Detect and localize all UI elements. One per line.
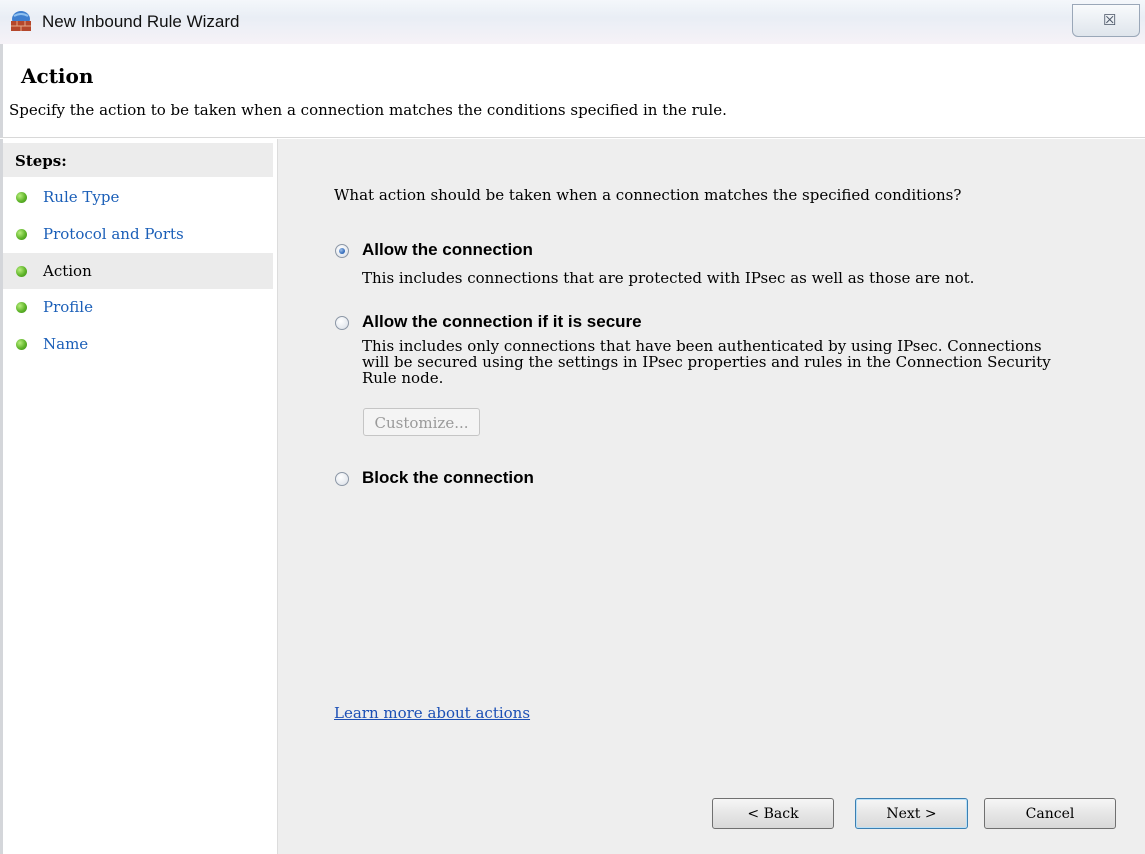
window-title: New Inbound Rule Wizard [42,12,240,31]
step-label: Profile [43,298,93,316]
customize-button[interactable]: Customize... [363,408,480,436]
steps-heading-label: Steps: [15,152,67,170]
allow-connection-radio[interactable] [335,244,349,258]
allow-connection-label[interactable]: Allow the connection [362,240,533,260]
step-action[interactable]: Action [3,253,273,289]
allow-connection-description: This includes connections that are prote… [362,269,975,287]
step-label: Action [43,262,92,280]
step-status-icon [16,192,27,203]
steps-panel: Steps: Rule Type Protocol and Ports Acti… [0,139,278,854]
wizard-header: Action Specify the action to be taken wh… [0,44,1145,138]
next-button[interactable]: Next > [855,798,968,829]
page-title: Action [21,64,94,88]
close-icon: ☒ [1103,12,1117,29]
learn-more-link[interactable]: Learn more about actions [334,704,530,722]
step-label: Rule Type [43,188,120,206]
step-label: Protocol and Ports [43,225,184,243]
step-protocol-and-ports[interactable]: Protocol and Ports [3,216,273,252]
customize-label: Customize... [374,414,469,432]
step-status-icon [16,266,27,277]
block-connection-label[interactable]: Block the connection [362,468,534,488]
allow-if-secure-description: This includes only connections that have… [362,337,1051,387]
step-rule-type[interactable]: Rule Type [3,179,273,215]
step-profile[interactable]: Profile [3,289,273,325]
steps-heading: Steps: [3,143,273,177]
step-name[interactable]: Name [3,326,273,362]
cancel-label: Cancel [1025,806,1075,822]
step-status-icon [16,302,27,313]
step-status-icon [16,229,27,240]
title-bar: New Inbound Rule Wizard ☒ [0,0,1145,44]
allow-if-secure-label[interactable]: Allow the connection if it is secure [362,312,642,332]
cancel-button[interactable]: Cancel [984,798,1116,829]
close-button[interactable]: ☒ [1072,4,1140,37]
allow-if-secure-radio[interactable] [335,316,349,330]
step-status-icon [16,339,27,350]
action-question: What action should be taken when a conne… [334,186,962,204]
next-label: Next > [886,806,937,822]
back-button[interactable]: < Back [712,798,834,829]
back-label: < Back [747,806,799,822]
firewall-icon [11,11,31,31]
content-panel: What action should be taken when a conne… [278,139,1145,854]
step-label: Name [43,335,89,353]
block-connection-radio[interactable] [335,472,349,486]
page-description: Specify the action to be taken when a co… [9,101,727,119]
